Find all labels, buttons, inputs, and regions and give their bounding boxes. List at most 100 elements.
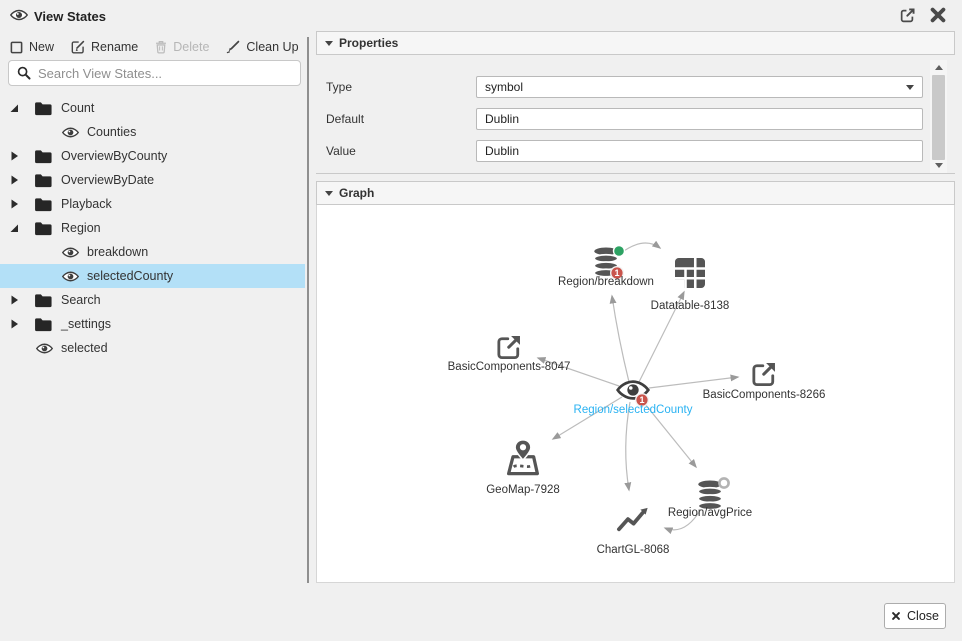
search-icon: [17, 66, 31, 80]
table-icon: [675, 258, 705, 288]
tree-item-label: _settings: [61, 317, 111, 331]
value-input[interactable]: [476, 140, 923, 162]
delete-button: Delete: [155, 40, 209, 54]
tree-item-overviewbydate[interactable]: OverviewByDate: [0, 168, 305, 192]
type-select[interactable]: symbol: [476, 76, 923, 98]
graph-node-basiccomponents-8266[interactable]: BasicComponents-8266: [703, 363, 826, 401]
scroll-thumb[interactable]: [932, 75, 945, 160]
graph-node-label: ChartGL-8068: [597, 544, 670, 556]
graph-node-region-breakdown[interactable]: 1Region/breakdown: [558, 246, 654, 289]
tree-item-count[interactable]: Count: [0, 96, 305, 120]
graph-node-label: GeoMap-7928: [486, 484, 560, 496]
tree-item-selectedcounty[interactable]: selectedCounty: [0, 264, 305, 288]
eye-glyph: [62, 271, 79, 282]
caret-collapsed-icon[interactable]: [8, 150, 20, 162]
caret-glyph: [8, 294, 20, 306]
tree-item-label: Count: [61, 101, 94, 115]
graph-node-geomap-7928[interactable]: GeoMap-7928: [486, 440, 560, 496]
default-text-input[interactable]: [485, 112, 914, 126]
graph-node-chartgl-8068[interactable]: ChartGL-8068: [597, 508, 670, 556]
page-title: View States: [34, 9, 106, 24]
eye-glyph: [62, 127, 79, 138]
eye-icon: [62, 271, 79, 282]
properties-header-label: Properties: [339, 36, 398, 50]
eye-glyph: [62, 247, 79, 258]
caret-collapsed-icon[interactable]: [8, 198, 20, 210]
default-input[interactable]: [476, 108, 923, 130]
delete-button-label: Delete: [173, 40, 209, 54]
tree-item-selected[interactable]: selected: [0, 336, 305, 360]
graph-edge-region-selectedcounty-to-region-breakdown: [612, 296, 629, 382]
folder-icon: [34, 317, 53, 332]
tree-item-label: Counties: [87, 125, 136, 139]
popout-icon[interactable]: [899, 7, 916, 24]
folder-icon: [34, 293, 53, 308]
caret-collapsed-icon[interactable]: [8, 294, 20, 306]
tree-item-playback[interactable]: Playback: [0, 192, 305, 216]
rename-button[interactable]: Rename: [71, 40, 138, 54]
value-text-input[interactable]: [485, 144, 914, 158]
tree-item-counties[interactable]: Counties: [0, 120, 305, 144]
scroll-down-icon[interactable]: [935, 163, 943, 168]
graph-node-label: Region/selectedCounty: [574, 404, 693, 416]
cleanup-icon: [226, 40, 240, 54]
tree-item-label: Region: [61, 221, 101, 235]
type-field-label: Type: [326, 80, 352, 94]
tree-item-search[interactable]: Search: [0, 288, 305, 312]
close-icon[interactable]: [929, 6, 947, 24]
new-button[interactable]: New: [10, 40, 54, 54]
scrollbar[interactable]: [930, 60, 947, 173]
green-status-dot: [614, 246, 625, 257]
chevron-down-icon: [906, 85, 914, 90]
caret-expanded-icon[interactable]: [8, 102, 20, 114]
scroll-up-icon[interactable]: [935, 65, 943, 70]
eye-glyph: [36, 343, 53, 354]
toolbar: New Rename Delete Clean Up: [10, 37, 299, 57]
external-icon: [499, 336, 520, 358]
caret-glyph: [8, 102, 20, 114]
caret-collapsed-icon[interactable]: [8, 174, 20, 186]
default-field-label: Default: [326, 112, 364, 126]
graph-node-region-avgprice[interactable]: Region/avgPrice: [668, 478, 752, 519]
tree-item-breakdown[interactable]: breakdown: [0, 240, 305, 264]
tree-item-label: OverviewByCounty: [61, 149, 167, 163]
value-field-label: Value: [326, 144, 356, 158]
tree-item-region[interactable]: Region: [0, 216, 305, 240]
collapse-caret-icon: [325, 191, 333, 196]
folder-icon: [34, 101, 53, 116]
search-input[interactable]: [38, 66, 292, 81]
graph-node-label: BasicComponents-8047: [448, 361, 571, 373]
caret-glyph: [8, 318, 20, 330]
graph-node-label: BasicComponents-8266: [703, 389, 826, 401]
delete-icon: [155, 40, 167, 54]
caret-glyph: [8, 198, 20, 210]
folder-glyph: [34, 293, 53, 308]
graph-node-basiccomponents-8047[interactable]: BasicComponents-8047: [448, 336, 571, 373]
new-button-label: New: [29, 40, 54, 54]
eye-icon: [62, 247, 79, 258]
tree-item-_settings[interactable]: _settings: [0, 312, 305, 336]
folder-icon: [34, 173, 53, 188]
graph-header[interactable]: Graph: [316, 181, 955, 205]
eye-icon: [36, 343, 53, 354]
tree-item-label: OverviewByDate: [61, 173, 154, 187]
caret-expanded-icon[interactable]: [8, 222, 20, 234]
close-button[interactable]: Close: [884, 603, 946, 629]
graph-node-label: Datatable-8138: [651, 300, 730, 312]
caret-collapsed-icon[interactable]: [8, 318, 20, 330]
value-field-row: Value: [316, 140, 955, 162]
graph-canvas[interactable]: 1Region/breakdown Datatable-8138 BasicComp…: [316, 205, 955, 583]
panel-divider: [307, 37, 309, 583]
graph-node-label: Region/avgPrice: [668, 507, 752, 519]
graph-node-datatable-8138[interactable]: Datatable-8138: [651, 258, 730, 312]
view-states-tree: Count Counties OverviewByCounty OverviewByD…: [0, 96, 305, 360]
eye-icon: [10, 9, 28, 21]
graph-node-label: Region/breakdown: [558, 276, 654, 288]
properties-header[interactable]: Properties: [316, 31, 955, 55]
close-icon: [891, 611, 901, 621]
graph-edge-region-breakdown-to-datatable-8138: [621, 243, 660, 253]
eye-icon: [62, 127, 79, 138]
cleanup-button[interactable]: Clean Up: [226, 40, 298, 54]
graph-node-region-selectedcounty[interactable]: 1Region/selectedCounty: [574, 382, 693, 416]
tree-item-overviewbycounty[interactable]: OverviewByCounty: [0, 144, 305, 168]
